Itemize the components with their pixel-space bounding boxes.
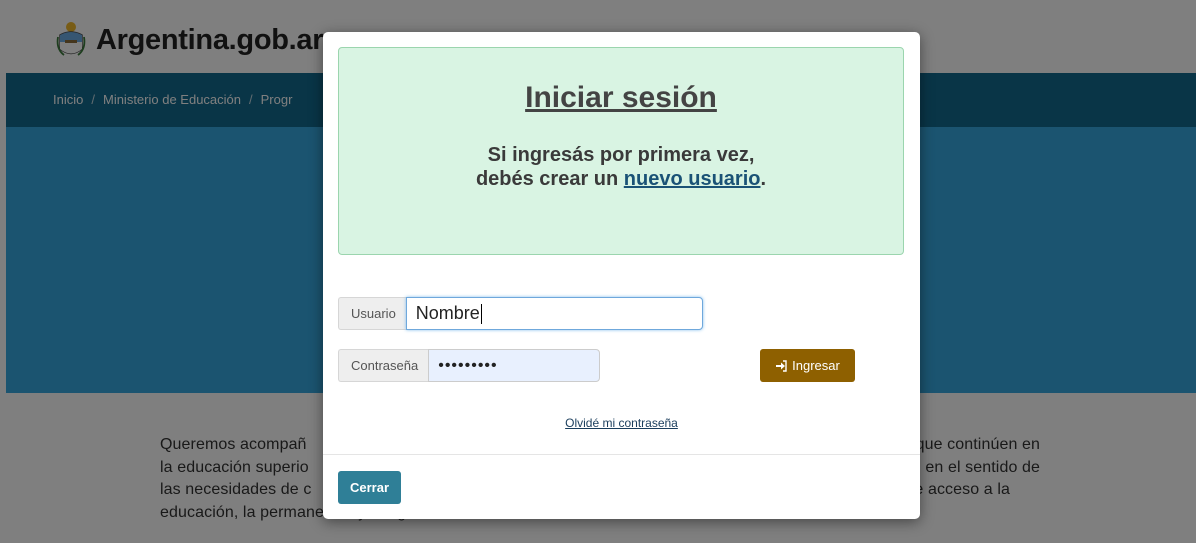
login-modal: Iniciar sesión Si ingresás por primera v… [323, 32, 920, 519]
close-button[interactable]: Cerrar [338, 471, 401, 504]
username-label: Usuario [338, 297, 406, 330]
message-prefix: debés crear un [475, 168, 624, 190]
text-caret [480, 303, 482, 324]
password-label: Contraseña [338, 349, 429, 382]
sign-in-icon [776, 359, 787, 372]
username-input[interactable]: Nombre [405, 297, 703, 330]
new-user-link[interactable]: nuevo usuario [624, 168, 761, 190]
submit-login-button[interactable]: Ingresar [760, 349, 855, 382]
password-row: Contraseña ••••••••• [338, 349, 601, 382]
first-time-message: Si ingresás por primera vez, debés crear… [339, 143, 903, 191]
info-alert: Iniciar sesión Si ingresás por primera v… [338, 47, 904, 255]
submit-label: Ingresar [792, 358, 840, 373]
username-value: Nombre [415, 303, 480, 323]
password-input[interactable]: ••••••••• [428, 349, 601, 382]
username-row: Usuario Nombre [338, 297, 703, 330]
modal-footer-divider [323, 454, 920, 455]
message-line: Si ingresás por primera vez, [487, 144, 755, 166]
password-value: ••••••••• [438, 356, 498, 374]
modal-title: Iniciar sesión [525, 81, 717, 114]
message-line: debés crear un nuevo usuario. [339, 167, 903, 191]
forgot-password-link[interactable]: Olvidé mi contraseña [323, 416, 920, 430]
message-suffix: . [760, 168, 767, 190]
